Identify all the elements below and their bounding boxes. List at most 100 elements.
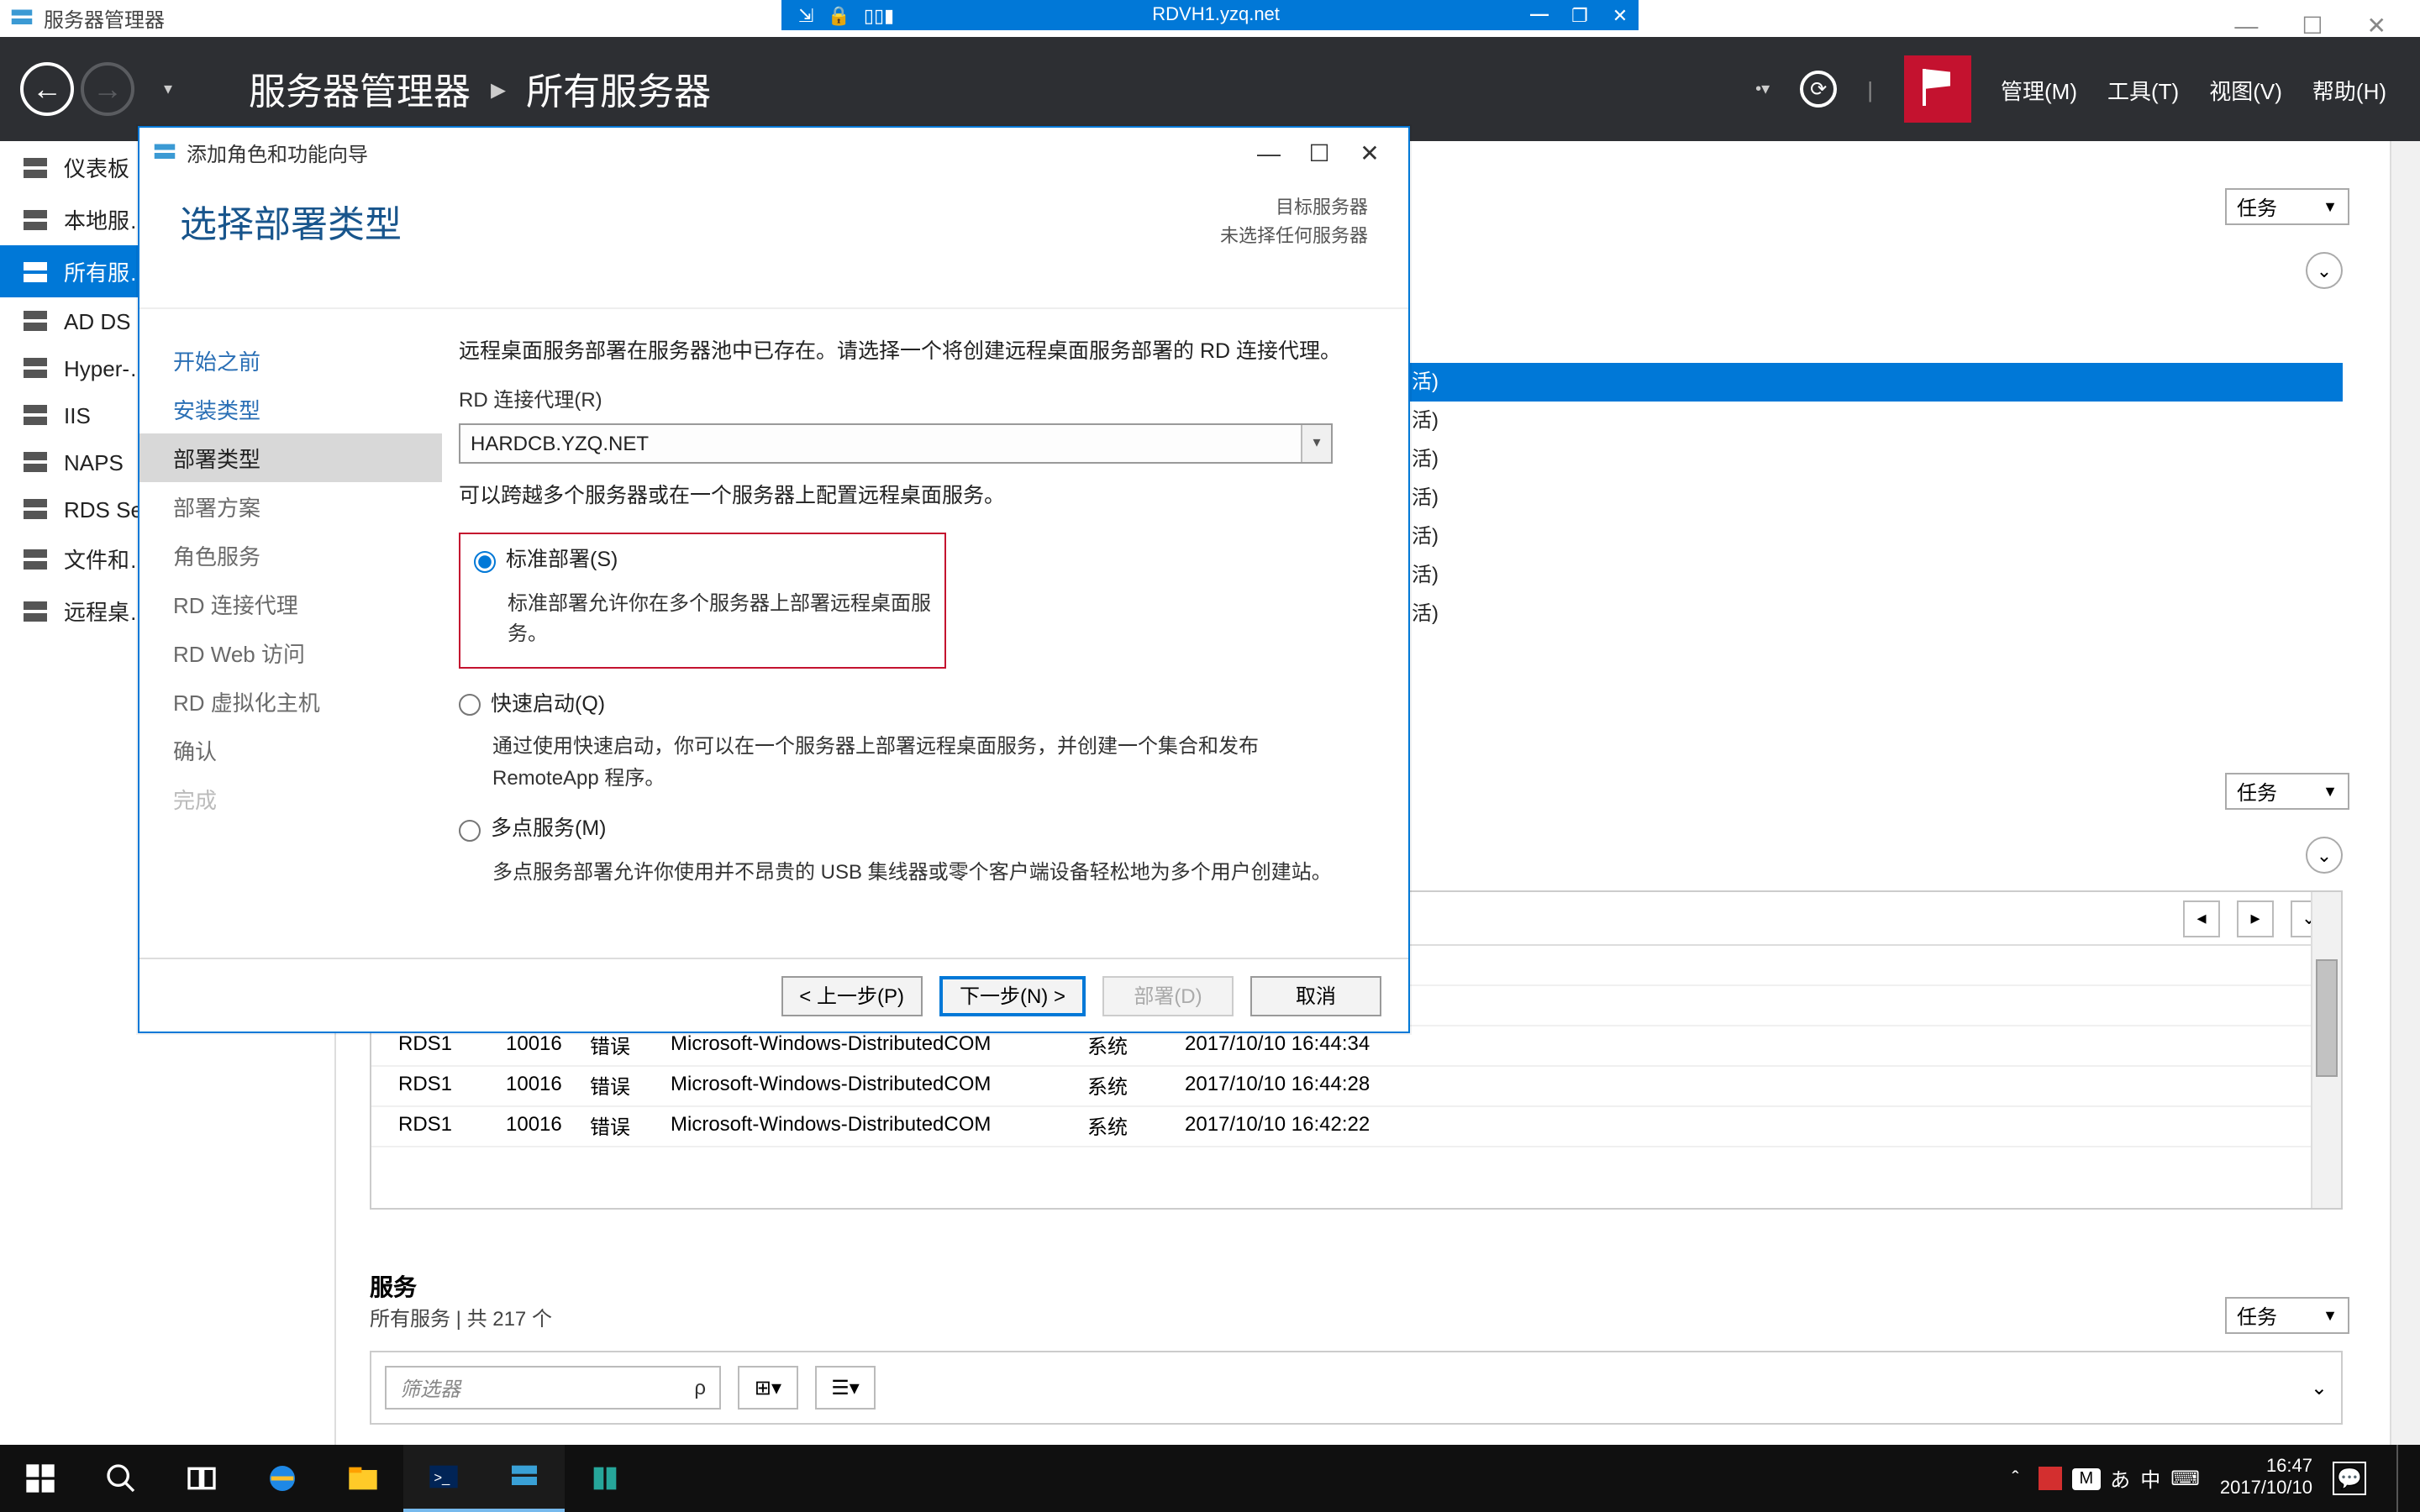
taskbar-search-button[interactable] (81, 1445, 161, 1512)
tasks-dropdown-events[interactable]: 任务▼ (2225, 773, 2349, 810)
radio-multipoint-label: 多点服务(M) (491, 814, 607, 847)
wizard-step[interactable]: 安装类型 (139, 385, 442, 433)
pin-icon[interactable]: ⇲ (798, 4, 813, 26)
taskbar-app-server-manager[interactable] (484, 1445, 565, 1512)
action-center-button[interactable]: 💬 (2333, 1462, 2366, 1495)
sidebar-item-label: NAPS (64, 449, 124, 475)
prev-button[interactable]: < 上一步(P) (781, 975, 923, 1016)
breadcrumb-current: 所有服务器 (526, 62, 711, 116)
sidebar-item-label: 仪表板 (64, 151, 129, 183)
sidebar-adds-icon (20, 307, 50, 334)
wizard-step[interactable]: 角色服务 (139, 531, 442, 580)
breadcrumb-separator-icon: ▸ (491, 71, 506, 107)
nav-forward-button[interactable]: → (81, 62, 134, 116)
radio-group-standard: 标准部署(S) 标准部署允许你在多个服务器上部署远程桌面服务。 (459, 533, 946, 669)
wizard-step[interactable]: 确认 (139, 726, 442, 774)
cancel-button[interactable]: 取消 (1250, 975, 1381, 1016)
remote-close-button[interactable]: ✕ (1602, 4, 1639, 26)
ime-mode-cn: 中 (2140, 1464, 2160, 1493)
events-scroll-right-button[interactable]: ▸ (2237, 900, 2274, 937)
task-view-button[interactable] (161, 1445, 242, 1512)
sidebar-file-icon (20, 545, 50, 572)
ribbon-separator: | (1867, 76, 1873, 102)
taskbar-app-explorer[interactable] (323, 1445, 403, 1512)
chevron-down-icon[interactable]: ▾ (1301, 425, 1331, 462)
wizard-icon (153, 141, 176, 165)
services-expand-button[interactable]: ⌄ (2311, 1376, 2328, 1399)
remote-minimize-button[interactable]: — (1521, 4, 1558, 26)
wizard-minimize-button[interactable]: — (1244, 139, 1294, 166)
main-scrollbar[interactable] (2390, 141, 2420, 1445)
section-collapse-button-events[interactable]: ⌄ (2306, 837, 2343, 874)
services-filter-input[interactable]: 筛选器 ρ (385, 1366, 721, 1410)
clock-date: 2017/10/10 (2220, 1478, 2312, 1500)
radio-group-multipoint: 多点服务(M) 多点服务部署允许你使用并不昂贵的 USB 集线器或零个客户端设备… (459, 814, 1358, 888)
radio-multipoint[interactable]: 多点服务(M) (459, 814, 1358, 847)
host-close-button[interactable]: ✕ (2367, 11, 2386, 39)
rd-broker-combobox[interactable]: HARDCB.YZQ.NET ▾ (459, 423, 1333, 464)
tasks-dropdown-servers[interactable]: 任务▼ (2225, 188, 2349, 225)
search-icon[interactable]: ρ (694, 1376, 706, 1399)
wizard-steps-nav: 开始之前安装类型部署类型部署方案角色服务RD 连接代理RD Web 访问RD 虚… (139, 309, 442, 958)
clock[interactable]: 16:47 2017/10/10 (2220, 1457, 2312, 1501)
wizard-header: 选择部署类型 目标服务器 未选择任何服务器 (139, 178, 1408, 309)
start-button[interactable] (0, 1445, 81, 1512)
sidebar-iis-icon (20, 402, 50, 428)
services-toolbar: 筛选器 ρ ⊞▾ ☰▾ ⌄ (370, 1351, 2343, 1425)
event-row[interactable]: RDS110016错误Microsoft-Windows-Distributed… (371, 1107, 2341, 1147)
wizard-step[interactable]: 开始之前 (139, 336, 442, 385)
menu-manage[interactable]: 管理(M) (2001, 73, 2077, 105)
radio-multipoint-input[interactable] (459, 819, 481, 841)
radio-quick-input[interactable] (459, 694, 481, 716)
show-desktop-button[interactable] (2396, 1445, 2407, 1512)
nav-back-button[interactable]: ← (20, 62, 74, 116)
radio-standard[interactable]: 标准部署(S) (474, 545, 931, 578)
breadcrumb-root[interactable]: 服务器管理器 (249, 62, 471, 116)
taskbar-app-ie[interactable] (242, 1445, 323, 1512)
host-maximize-button[interactable]: ☐ (2302, 11, 2323, 39)
refresh-button[interactable]: ⟳ (1800, 71, 1837, 108)
radio-quick[interactable]: 快速启动(Q) (459, 689, 1358, 722)
remote-restore-button[interactable]: ❐ (1561, 4, 1598, 26)
ribbon-dropdown-icon[interactable]: •▾ (1755, 80, 1770, 98)
ime-keyboard-icon[interactable]: ⌨ (2170, 1467, 2200, 1490)
section-collapse-button-servers[interactable]: ⌄ (2306, 252, 2343, 289)
wizard-pane: 远程桌面服务部署在服务器池中已存在。请选择一个将创建远程桌面服务部署的 RD 连… (442, 309, 1408, 958)
taskbar-app-powershell[interactable]: >_ (403, 1445, 484, 1512)
notification-flag-icon[interactable] (1903, 55, 1970, 123)
wizard-step[interactable]: 部署类型 (139, 433, 442, 482)
wizard-title: 添加角色和功能向导 (187, 139, 368, 167)
next-button[interactable]: 下一步(N) > (939, 975, 1086, 1016)
wizard-close-button[interactable]: ✕ (1344, 139, 1395, 167)
events-scrollbar[interactable] (2311, 892, 2341, 1208)
event-row[interactable]: RDS110016错误Microsoft-Windows-Distributed… (371, 1067, 2341, 1107)
host-minimize-button[interactable]: — (2234, 12, 2258, 39)
services-menu2-button[interactable]: ☰▾ (815, 1366, 876, 1410)
menu-help[interactable]: 帮助(H) (2312, 73, 2386, 105)
wizard-step[interactable]: RD Web 访问 (139, 628, 442, 677)
services-subtitle: 所有服务 | 共 217 个 (370, 1304, 552, 1332)
menu-tools[interactable]: 工具(T) (2107, 73, 2179, 105)
wizard-maximize-button[interactable]: ☐ (1294, 139, 1344, 167)
sidebar-rds-icon (20, 496, 50, 522)
wizard-step[interactable]: RD 连接代理 (139, 580, 442, 628)
remote-connection-bar: ⇲ 🔒 ▯▯▮ RDVH1.yzq.net — ❐ ✕ (781, 0, 1639, 30)
wizard-footer: < 上一步(P) 下一步(N) > 部署(D) 取消 (139, 958, 1408, 1032)
events-scroll-left-button[interactable]: ◂ (2183, 900, 2220, 937)
sidebar-naps-icon (20, 449, 50, 475)
radio-standard-input[interactable] (474, 550, 496, 572)
services-menu1-button[interactable]: ⊞▾ (738, 1366, 798, 1410)
menu-view[interactable]: 视图(V) (2209, 73, 2282, 105)
tray-chevron-icon[interactable]: ˆ (2012, 1467, 2018, 1490)
wizard-step[interactable]: RD 虚拟化主机 (139, 677, 442, 726)
ime-indicator[interactable]: M あ 中 ⌨ (2039, 1464, 2199, 1493)
ime-mode-m: M (2072, 1467, 2100, 1489)
wizard-intro-text: 远程桌面服务部署在服务器池中已存在。请选择一个将创建远程桌面服务部署的 RD 连… (459, 336, 1358, 369)
nav-dropdown-icon[interactable]: ▾ (141, 62, 195, 116)
signal-icon: ▯▯▮ (864, 4, 894, 26)
tasks-dropdown-services[interactable]: 任务▼ (2225, 1297, 2349, 1334)
taskbar-app-rds[interactable] (565, 1445, 645, 1512)
deploy-button: 部署(D) (1102, 975, 1234, 1016)
wizard-step[interactable]: 部署方案 (139, 482, 442, 531)
wizard-heading: 选择部署类型 (180, 195, 402, 307)
